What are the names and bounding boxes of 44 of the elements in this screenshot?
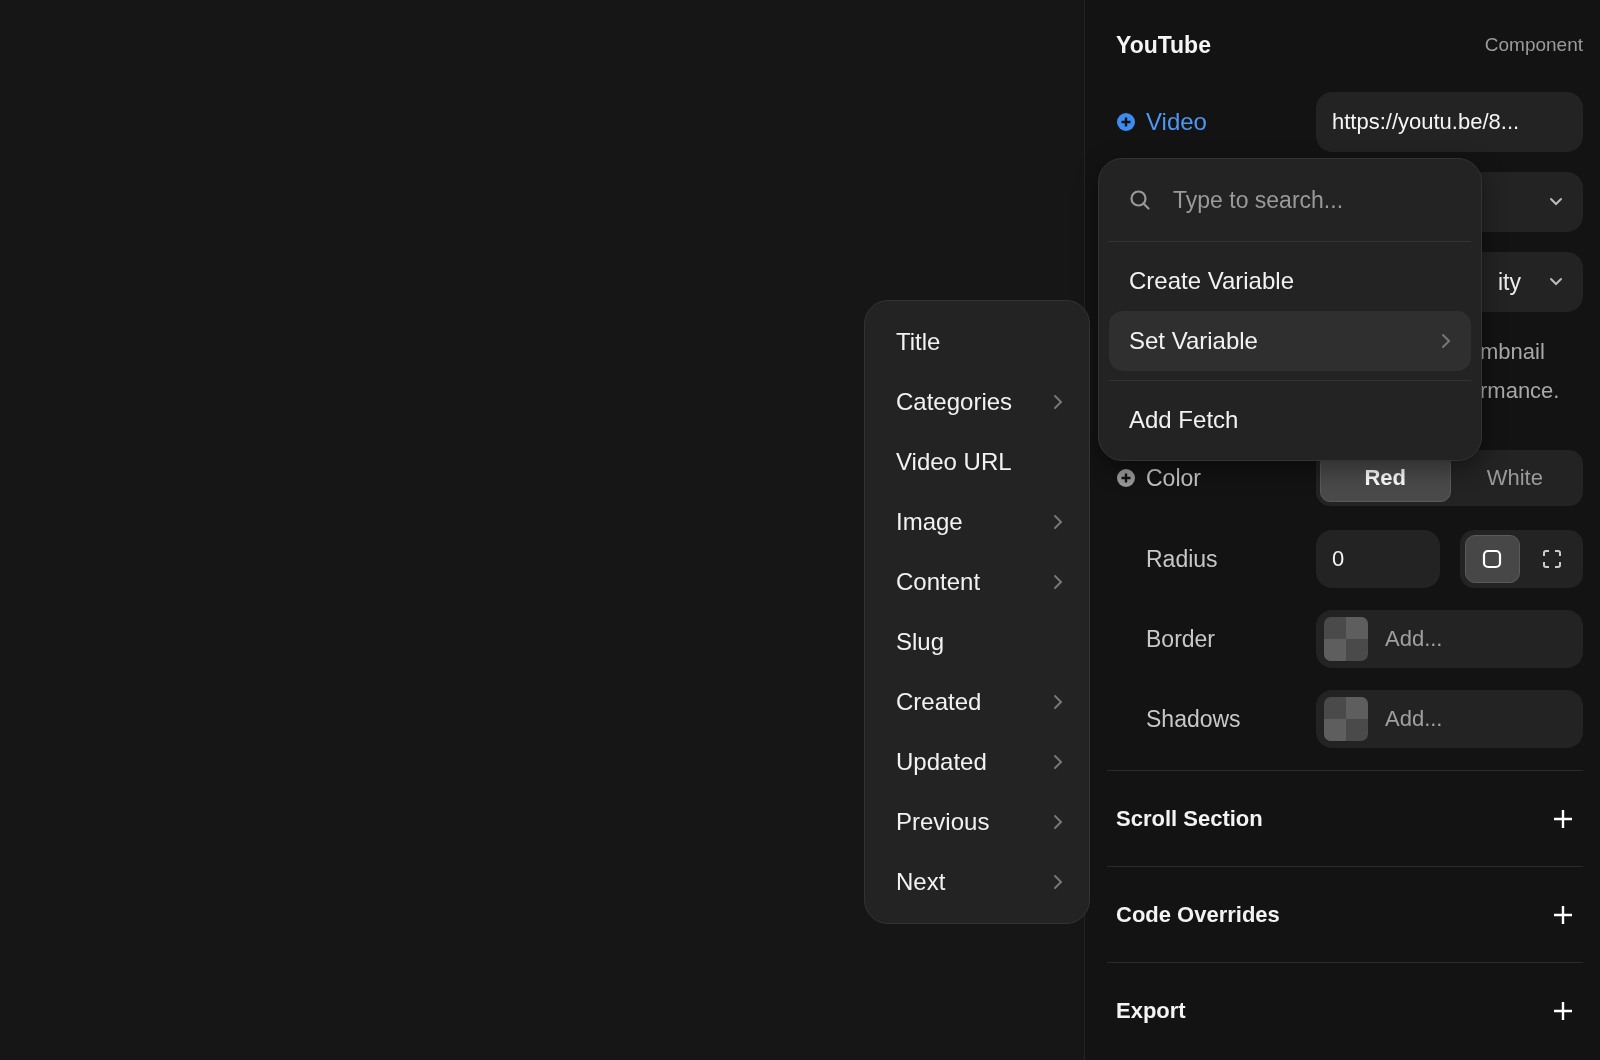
square-icon — [1481, 548, 1504, 570]
panel-subtitle: Component — [1484, 34, 1583, 56]
search-field[interactable]: Type to search... — [1171, 185, 1435, 215]
search-icon — [1129, 189, 1151, 211]
menu-item[interactable]: Title — [865, 312, 1089, 372]
property-label: Color — [1146, 464, 1201, 492]
menu-item[interactable]: Create Variable — [1109, 251, 1471, 311]
menu-item[interactable]: Image — [865, 492, 1089, 552]
menu-item[interactable]: Previous — [865, 792, 1089, 852]
property-label: Radius — [1146, 545, 1218, 573]
menu-item[interactable]: Next — [865, 852, 1089, 912]
square-icon-button[interactable] — [1465, 535, 1520, 583]
section-title: Scroll Section — [1116, 805, 1263, 832]
menu-item[interactable]: Slug — [865, 612, 1089, 672]
url-field[interactable]: https://youtu.be/8... — [1316, 92, 1583, 152]
property-label: Video — [1146, 108, 1207, 136]
checker-swatch-icon — [1324, 697, 1368, 741]
property-label: Border — [1146, 625, 1216, 653]
chevron-down-icon — [1549, 197, 1563, 207]
section-title: Export — [1116, 997, 1186, 1024]
segment-option[interactable]: White — [1450, 454, 1579, 502]
plus-circle-icon[interactable] — [1116, 112, 1136, 132]
plus-icon[interactable] — [1553, 1000, 1573, 1021]
property-label: Shadows — [1146, 705, 1241, 733]
menu-item[interactable]: Updated — [865, 732, 1089, 792]
menu-item[interactable]: Set Variable — [1109, 311, 1471, 371]
menu-item[interactable]: Video URL — [865, 432, 1089, 492]
menu-item[interactable]: Add Fetch — [1109, 390, 1471, 450]
menu-item[interactable]: Content — [865, 552, 1089, 612]
section-title: Code Overrides — [1116, 901, 1280, 928]
radius-field[interactable]: 0 — [1316, 530, 1440, 588]
plus-icon[interactable] — [1553, 904, 1573, 925]
plus-icon[interactable] — [1553, 808, 1573, 829]
chevron-down-icon — [1549, 277, 1563, 287]
checker-swatch-icon — [1324, 617, 1368, 661]
fill-field[interactable]: Add... — [1316, 690, 1583, 748]
menu-item[interactable]: Created — [865, 672, 1089, 732]
description-text: mbnail — [1480, 338, 1546, 366]
menu-item[interactable]: Categories — [865, 372, 1089, 432]
fill-field[interactable]: Add... — [1316, 610, 1583, 668]
panel-title: YouTube — [1116, 31, 1211, 59]
description-text: rmance. — [1480, 377, 1561, 405]
corners-icon — [1540, 548, 1563, 570]
plus-circle-icon[interactable] — [1116, 468, 1136, 488]
